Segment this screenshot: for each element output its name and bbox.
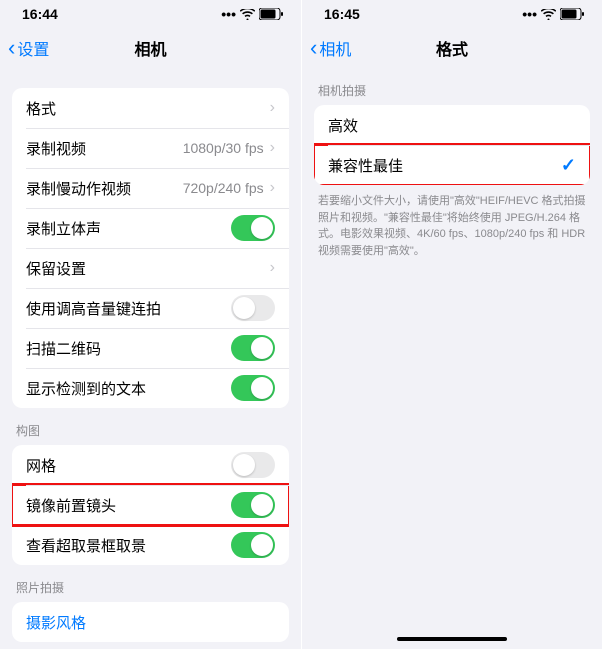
page-title: 相机 (134, 36, 166, 60)
row-record-video[interactable]: 录制视频 1080p/30 fps › (12, 128, 289, 168)
row-scan-qr: 扫描二维码 (12, 328, 289, 368)
group-photo: 摄影风格 (12, 602, 289, 642)
toggle-detect-text[interactable] (231, 375, 275, 401)
dots-icon: ••• (221, 6, 236, 22)
row-stereo: 录制立体声 (12, 208, 289, 248)
group-main: 格式 › 录制视频 1080p/30 fps › 录制慢动作视频 720p/24… (12, 88, 289, 408)
nav-bar: ‹ 设置 相机 (0, 28, 301, 68)
row-label: 使用调高音量键连拍 (26, 298, 231, 319)
camera-settings-screen: 16:44 ••• ‹ 设置 相机 格式 › 录制视频 1080p/30 fp (0, 0, 301, 649)
footer-capture: 若要缩小文件大小，请使用"高效"HEIF/HEVC 格式拍摄照片和视频。"兼容性… (302, 185, 602, 259)
row-detail: 720p/240 fps (183, 180, 264, 196)
back-button[interactable]: ‹ 设置 (8, 28, 49, 68)
status-bar: 16:44 ••• (0, 0, 301, 28)
status-bar: 16:45 ••• (302, 0, 602, 28)
row-grid: 网格 (12, 445, 289, 485)
row-label: 录制视频 (26, 138, 183, 159)
row-mirror-front: 镜像前置镜头 (12, 485, 289, 525)
row-label: 高效 (328, 115, 576, 136)
row-label: 显示检测到的文本 (26, 378, 231, 399)
footer-photo: 将你的个人审美带进摄影作品，使照片更加个性化。"摄影风格"使用先进的场景理解技术… (0, 642, 301, 649)
chevron-left-icon: ‹ (310, 37, 317, 59)
chevron-right-icon: › (270, 179, 275, 197)
row-formats[interactable]: 格式 › (12, 88, 289, 128)
back-label: 相机 (319, 36, 351, 60)
chevron-right-icon: › (270, 259, 275, 277)
back-button[interactable]: ‹ 相机 (310, 28, 351, 68)
toggle-stereo[interactable] (231, 215, 275, 241)
page-title: 格式 (436, 36, 468, 60)
toggle-mirror-front[interactable] (231, 492, 275, 518)
battery-icon (259, 8, 283, 20)
row-view-outside: 查看超取景框取景 (12, 525, 289, 565)
nav-bar: ‹ 相机 格式 (302, 28, 602, 68)
wifi-icon (240, 9, 255, 20)
row-label: 镜像前置镜头 (26, 495, 231, 516)
group-capture: 高效 兼容性最佳 ✓ (314, 105, 590, 185)
row-most-compatible[interactable]: 兼容性最佳 ✓ (314, 145, 590, 185)
section-header-composition: 构图 (0, 408, 301, 445)
status-icons: ••• (522, 6, 584, 22)
toggle-volume-burst[interactable] (231, 295, 275, 321)
row-label: 格式 (26, 98, 270, 119)
home-indicator[interactable] (397, 637, 507, 641)
section-header-capture: 相机拍摄 (302, 68, 602, 105)
toggle-view-outside[interactable] (231, 532, 275, 558)
toggle-grid[interactable] (231, 452, 275, 478)
row-label: 网格 (26, 455, 231, 476)
row-preserve[interactable]: 保留设置 › (12, 248, 289, 288)
row-label: 录制立体声 (26, 218, 231, 239)
chevron-right-icon: › (270, 99, 275, 117)
status-icons: ••• (221, 6, 283, 22)
checkmark-icon: ✓ (561, 155, 576, 176)
toggle-scan-qr[interactable] (231, 335, 275, 361)
formats-screen: 16:45 ••• ‹ 相机 格式 相机拍摄 高效 兼容性最佳 ✓ 若要缩小 (301, 0, 602, 649)
back-label: 设置 (17, 36, 49, 60)
section-header-photo: 照片拍摄 (0, 565, 301, 602)
row-label: 扫描二维码 (26, 338, 231, 359)
wifi-icon (541, 9, 556, 20)
row-detect-text: 显示检测到的文本 (12, 368, 289, 408)
row-volume-burst: 使用调高音量键连拍 (12, 288, 289, 328)
row-label: 兼容性最佳 (328, 155, 561, 176)
status-time: 16:44 (22, 6, 58, 22)
group-composition: 网格 镜像前置镜头 查看超取景框取景 (12, 445, 289, 565)
row-record-slomo[interactable]: 录制慢动作视频 720p/240 fps › (12, 168, 289, 208)
row-label: 录制慢动作视频 (26, 178, 183, 199)
row-detail: 1080p/30 fps (183, 140, 264, 156)
row-high-efficiency[interactable]: 高效 (314, 105, 590, 145)
row-label: 保留设置 (26, 258, 270, 279)
status-time: 16:45 (324, 6, 360, 22)
dots-icon: ••• (522, 6, 537, 22)
row-label: 摄影风格 (26, 612, 275, 633)
row-label: 查看超取景框取景 (26, 535, 231, 556)
row-photo-style[interactable]: 摄影风格 (12, 602, 289, 642)
battery-icon (560, 8, 584, 20)
chevron-right-icon: › (270, 139, 275, 157)
chevron-left-icon: ‹ (8, 37, 15, 59)
